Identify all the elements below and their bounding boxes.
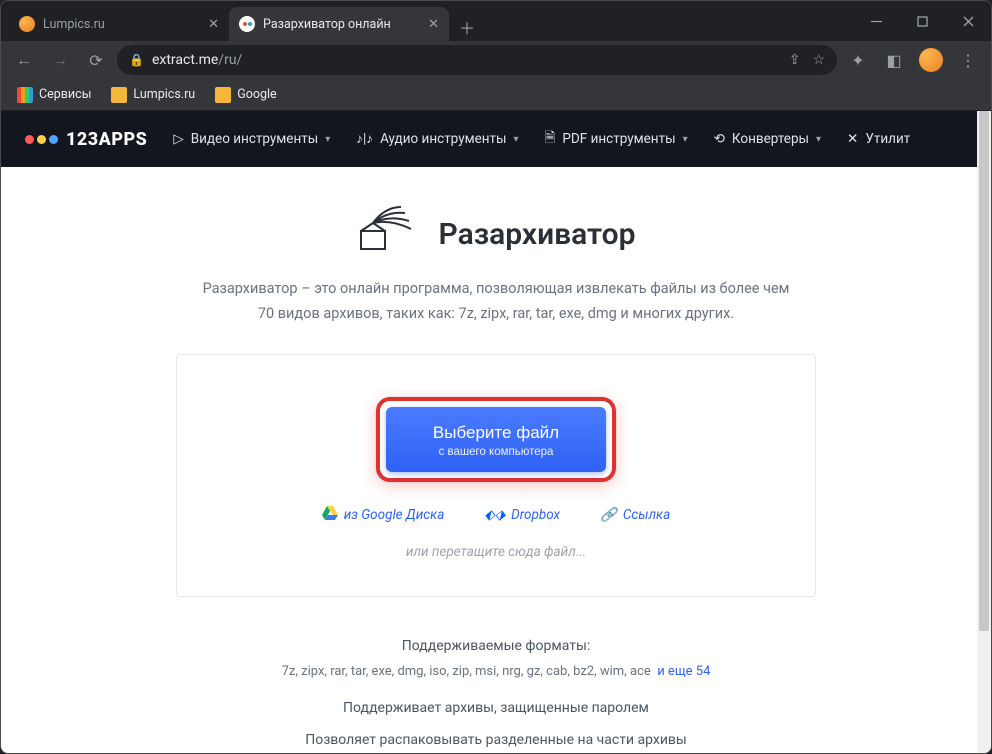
- bookmark-label: Lumpics.ru: [133, 87, 195, 102]
- close-tab-icon[interactable]: ✕: [208, 17, 219, 32]
- more-formats-link[interactable]: и еще 54: [657, 664, 710, 679]
- vertical-scrollbar[interactable]: [977, 111, 991, 753]
- nav-utilities[interactable]: ✕ Утилит: [847, 131, 910, 147]
- nav-label: Утилит: [865, 131, 910, 147]
- page-content-area: 123APPS ▷ Видео инструменты ▾ ♪|♪ Аудио …: [1, 111, 991, 753]
- info-password: Поддерживает архивы, защищенные паролем: [61, 695, 931, 722]
- dropbox-label: Dropbox: [511, 507, 560, 523]
- dropbox-icon: ⬖⬗: [484, 507, 505, 523]
- bookmark-lumpics[interactable]: Lumpics.ru: [103, 83, 203, 107]
- nav-label: Конвертеры: [732, 131, 809, 147]
- nav-label: PDF инструменты: [562, 131, 675, 147]
- convert-icon: ⟲: [714, 131, 725, 147]
- dropbox-link[interactable]: ⬖⬗ Dropbox: [484, 506, 560, 524]
- profile-avatar[interactable]: [919, 48, 943, 72]
- play-icon: ▷: [173, 131, 183, 147]
- tab-title: Разархиватор онлайн: [263, 17, 420, 32]
- back-button[interactable]: ←: [9, 45, 39, 75]
- window-minimize-button[interactable]: [853, 1, 899, 41]
- choose-file-label: Выберите файл: [422, 423, 570, 443]
- forward-button[interactable]: →: [45, 45, 75, 75]
- pdf-icon: 🗎: [545, 128, 556, 151]
- choose-file-sublabel: с вашего компьютера: [422, 446, 570, 458]
- info-split-1: Позволяет распаковывать разделенные на ч…: [61, 727, 931, 753]
- url-host: extract.me: [152, 52, 218, 68]
- window-close-button[interactable]: [945, 1, 991, 41]
- info-block: Поддерживаемые форматы: 7z, zipx, rar, t…: [61, 633, 931, 753]
- address-bar-row: ← → ⟳ 🔒 extract.me/ru/ ⇪ ☆ ✦ ◧ ⋮: [1, 41, 991, 79]
- formats-list: 7z, zipx, rar, tar, exe, dmg, iso, zip, …: [282, 664, 651, 679]
- url-link[interactable]: 🔗 Ссылка: [600, 506, 670, 524]
- sidepanel-icon[interactable]: ◧: [879, 45, 909, 75]
- supported-formats-label: Поддерживаемые форматы:: [61, 633, 931, 660]
- bookmark-services[interactable]: Сервисы: [9, 83, 99, 107]
- folder-icon: [215, 87, 231, 103]
- gdrive-link[interactable]: из Google Диска: [322, 506, 445, 524]
- browser-titlebar: Lumpics.ru ✕ Разархиватор онлайн ✕ ＋: [1, 1, 991, 41]
- browser-tab-extract[interactable]: Разархиватор онлайн ✕: [229, 7, 449, 41]
- new-tab-button[interactable]: ＋: [453, 13, 481, 41]
- choose-file-button[interactable]: Выберите файл с вашего компьютера: [386, 407, 606, 472]
- browser-tab-lumpics[interactable]: Lumpics.ru ✕: [9, 7, 229, 41]
- gdrive-label: из Google Диска: [344, 507, 445, 523]
- grid-icon: [17, 87, 33, 103]
- app-navbar: 123APPS ▷ Видео инструменты ▾ ♪|♪ Аудио …: [1, 111, 991, 167]
- link-icon: 🔗: [600, 507, 617, 523]
- annotation-highlight: Выберите файл с вашего компьютера: [376, 397, 616, 482]
- close-tab-icon[interactable]: ✕: [428, 17, 439, 32]
- url-label: Ссылка: [623, 507, 670, 523]
- menu-icon[interactable]: ⋮: [953, 45, 983, 75]
- bookmark-label: Сервисы: [39, 87, 91, 102]
- window-maximize-button[interactable]: [899, 1, 945, 41]
- nav-label: Аудио инструменты: [380, 131, 506, 147]
- chevron-down-icon: ▾: [816, 134, 821, 145]
- share-icon[interactable]: ⇪: [789, 52, 801, 68]
- favicon-extract: [239, 16, 255, 32]
- bookmark-google[interactable]: Google: [207, 83, 284, 107]
- page-title: Разархиватор: [439, 217, 636, 252]
- star-icon[interactable]: ☆: [812, 52, 825, 68]
- reload-button[interactable]: ⟳: [81, 45, 111, 75]
- logo-dots-icon: [25, 135, 58, 144]
- extractor-hero-icon: [357, 203, 419, 257]
- folder-icon: [111, 87, 127, 103]
- extensions-icon[interactable]: ✦: [843, 45, 873, 75]
- nav-converters[interactable]: ⟲ Конвертеры ▾: [714, 131, 821, 147]
- page-subtitle: Разархиватор – это онлайн программа, поз…: [176, 277, 816, 326]
- lock-icon: 🔒: [129, 53, 144, 67]
- drag-hint: или перетащите сюда файл...: [207, 544, 785, 560]
- bookmark-label: Google: [237, 87, 276, 102]
- brand-text: 123APPS: [66, 129, 147, 150]
- bookmarks-bar: Сервисы Lumpics.ru Google: [1, 79, 991, 111]
- chevron-down-icon: ▾: [325, 134, 330, 145]
- app-logo[interactable]: 123APPS: [25, 129, 147, 150]
- url-path: /ru/: [218, 52, 242, 68]
- address-bar[interactable]: 🔒 extract.me/ru/ ⇪ ☆: [117, 45, 837, 75]
- audio-icon: ♪|♪: [356, 131, 373, 147]
- favicon-lumpics: [19, 16, 35, 32]
- scrollbar-thumb[interactable]: [979, 111, 989, 631]
- chevron-down-icon: ▾: [514, 134, 519, 145]
- tab-title: Lumpics.ru: [43, 17, 200, 32]
- tools-icon: ✕: [847, 131, 858, 147]
- nav-label: Видео инструменты: [191, 131, 319, 147]
- gdrive-icon: [322, 506, 338, 524]
- nav-video[interactable]: ▷ Видео инструменты ▾: [173, 131, 330, 147]
- nav-audio[interactable]: ♪|♪ Аудио инструменты ▾: [356, 131, 518, 147]
- nav-pdf[interactable]: 🗎 PDF инструменты ▾: [545, 128, 688, 151]
- upload-dropzone[interactable]: Выберите файл с вашего компьютера из Goo…: [176, 354, 816, 597]
- chevron-down-icon: ▾: [683, 134, 688, 145]
